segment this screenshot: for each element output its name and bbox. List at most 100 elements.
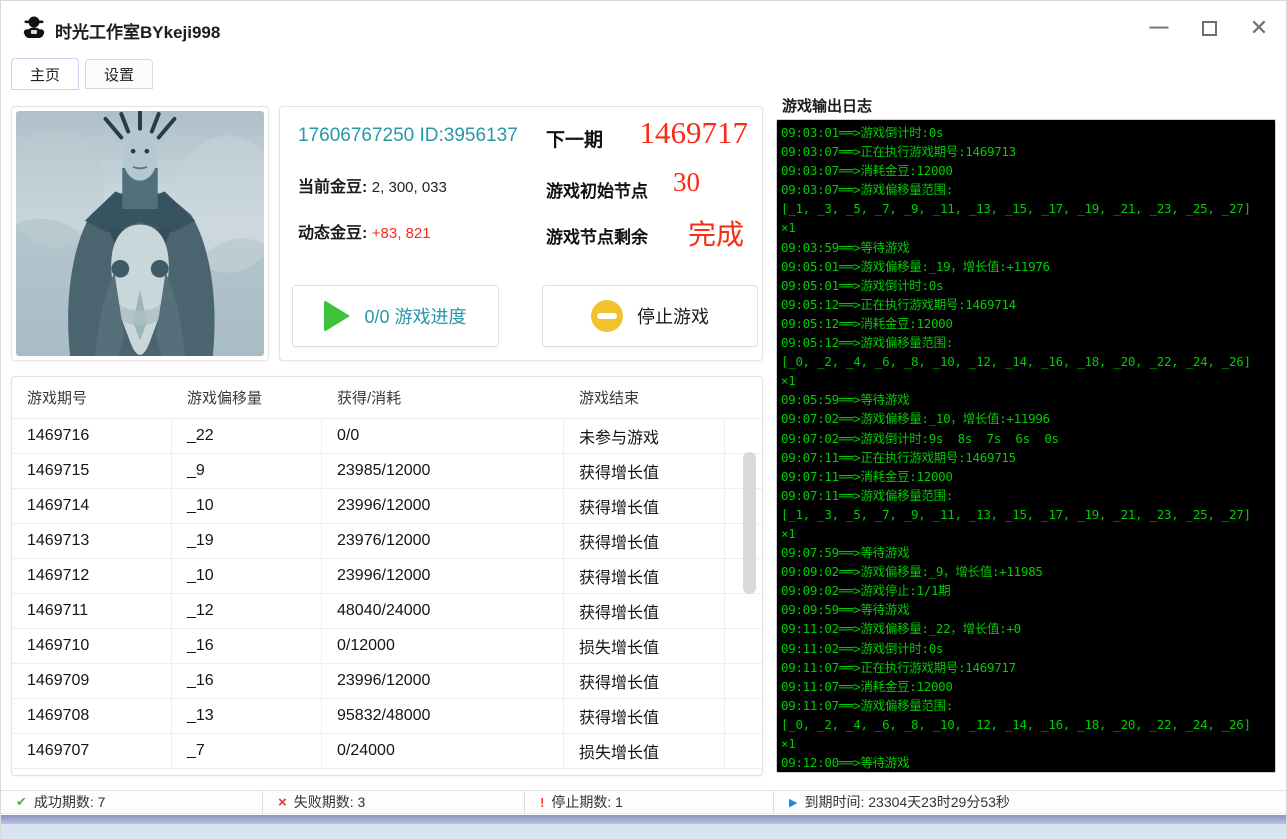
cross-icon: × <box>278 794 287 811</box>
log-line: 09:05:59══>等待游戏 <box>781 390 1271 409</box>
table-cell: 0/24000 <box>322 734 564 768</box>
game-progress-button[interactable]: 0/0 游戏进度 <box>292 285 499 347</box>
log-line: 09:05:01══>游戏偏移量:_19，增长值:+11976 <box>781 257 1271 276</box>
log-line: 09:03:07══>正在执行游戏期号:1469713 <box>781 142 1271 161</box>
log-line: ×1 <box>781 371 1271 390</box>
table-cell: 0/0 <box>322 419 564 453</box>
log-line: ×1 <box>781 734 1271 753</box>
maximize-button[interactable] <box>1196 15 1222 41</box>
table-row[interactable]: 1469712_1023996/12000获得增长值 <box>12 559 762 594</box>
table-cell: _12 <box>172 594 322 628</box>
table-row[interactable]: 1469711_1248040/24000获得增长值 <box>12 594 762 629</box>
table-cell: 1469715 <box>12 454 172 488</box>
check-icon: ✔ <box>16 794 27 810</box>
table-cell: 损失增长值 <box>564 629 725 663</box>
table-cell: 获得增长值 <box>564 489 725 523</box>
table-cell: 获得增长值 <box>564 594 725 628</box>
app-window: 时光工作室BYkeji998 — ✕ 主页 设置 <box>0 0 1287 839</box>
table-cell: _13 <box>172 699 322 733</box>
table-cell: 获得增长值 <box>564 664 725 698</box>
game-history-table: 游戏期号 游戏偏移量 获得/消耗 游戏结束 1469716_220/0未参与游戏… <box>11 376 763 776</box>
col-header-gain-cost: 获得/消耗 <box>322 387 564 408</box>
table-cell: 95832/48000 <box>322 699 564 733</box>
close-button[interactable]: ✕ <box>1246 15 1272 41</box>
table-cell: 1469711 <box>12 594 172 628</box>
status-stop-label: 停止期数: 1 <box>551 792 623 812</box>
log-line: 09:09:59══>等待游戏 <box>781 600 1271 619</box>
log-line: 09:05:12══>消耗金豆:12000 <box>781 314 1271 333</box>
table-cell: _22 <box>172 419 322 453</box>
desktop-strip <box>1 824 1286 839</box>
log-line: [_0, _2, _4, _6, _8, _10, _12, _14, _16,… <box>781 715 1271 734</box>
game-progress-label: 0/0 游戏进度 <box>364 303 466 329</box>
current-beans-label: 当前金豆: <box>298 179 367 196</box>
log-line: 09:05:12══>游戏偏移量范围: <box>781 333 1271 352</box>
log-line: 09:09:02══>游戏偏移量:_9，增长值:+11985 <box>781 562 1271 581</box>
table-cell: _10 <box>172 559 322 593</box>
table-cell: _9 <box>172 454 322 488</box>
table-row[interactable]: 1469716_220/0未参与游戏 <box>12 419 762 454</box>
table-cell: 1469713 <box>12 524 172 558</box>
log-line: [_1, _3, _5, _7, _9, _11, _13, _15, _17,… <box>781 199 1271 218</box>
status-success: ✔ 成功期数: 7 <box>1 791 263 813</box>
log-line: 09:07:11══>消耗金豆:12000 <box>781 467 1271 486</box>
table-row[interactable]: 1469715_923985/12000获得增长值 <box>12 454 762 489</box>
play-icon <box>324 300 350 332</box>
next-round-value: 1469717 <box>640 115 749 151</box>
table-row[interactable]: 1469714_1023996/12000获得增长值 <box>12 489 762 524</box>
table-cell: _16 <box>172 629 322 663</box>
table-row[interactable]: 1469708_1395832/48000获得增长值 <box>12 699 762 734</box>
status-expire: ▶ 到期时间: 23304天23时29分53秒 <box>774 791 1286 813</box>
table-cell: 获得增长值 <box>564 454 725 488</box>
table-cell: 1469707 <box>12 734 172 768</box>
status-success-label: 成功期数: 7 <box>34 792 106 812</box>
table-scrollbar[interactable] <box>743 452 756 594</box>
minimize-button[interactable]: — <box>1146 15 1172 41</box>
log-line: [_1, _3, _5, _7, _9, _11, _13, _15, _17,… <box>781 505 1271 524</box>
table-cell: _7 <box>172 734 322 768</box>
log-line: 09:11:07══>消耗金豆:12000 <box>781 677 1271 696</box>
stop-game-button[interactable]: 停止游戏 <box>542 285 758 347</box>
log-line: 09:07:02══>游戏偏移量:_10，增长值:+11996 <box>781 409 1271 428</box>
table-header-row: 游戏期号 游戏偏移量 获得/消耗 游戏结束 <box>12 377 762 419</box>
node-remain-value: 完成 <box>688 213 744 253</box>
log-line: 09:09:02══>游戏停止:1/1期 <box>781 581 1271 600</box>
table-cell: 损失增长值 <box>564 734 725 768</box>
table-cell: 1469709 <box>12 664 172 698</box>
table-cell: 1469716 <box>12 419 172 453</box>
tab-home[interactable]: 主页 <box>11 58 79 90</box>
status-stop: ! 停止期数: 1 <box>525 791 774 813</box>
log-line: ×1 <box>781 218 1271 237</box>
table-row[interactable]: 1469713_1923976/12000获得增长值 <box>12 524 762 559</box>
account-panel: 17606767250 ID:3956137 当前金豆: 2, 300, 033… <box>279 106 763 361</box>
log-line: [_0, _2, _4, _6, _8, _10, _12, _14, _16,… <box>781 352 1271 371</box>
title-bar: 时光工作室BYkeji998 — ✕ <box>1 1 1286 55</box>
stop-game-label: 停止游戏 <box>637 303 709 329</box>
log-line: 09:11:07══>游戏偏移量范围: <box>781 696 1271 715</box>
table-row[interactable]: 1469709_1623996/12000获得增长值 <box>12 664 762 699</box>
spy-app-icon <box>21 14 47 40</box>
table-cell: 23996/12000 <box>322 664 564 698</box>
dynamic-beans-label: 动态金豆: <box>298 225 367 242</box>
status-expire-label: 到期时间: 23304天23时29分53秒 <box>804 792 1009 812</box>
table-row[interactable]: 1469707_70/24000损失增长值 <box>12 734 762 769</box>
tab-settings[interactable]: 设置 <box>85 59 153 89</box>
log-console[interactable]: 09:03:01══>游戏倒计时:0s09:03:07══>正在执行游戏期号:1… <box>776 119 1276 773</box>
next-round-label: 下一期 <box>546 125 603 152</box>
log-line: 09:05:12══>正在执行游戏期号:1469714 <box>781 295 1271 314</box>
table-cell: 1469710 <box>12 629 172 663</box>
log-line: 09:03:59══>等待游戏 <box>781 238 1271 257</box>
table-cell: 获得增长值 <box>564 559 725 593</box>
col-header-round: 游戏期号 <box>12 387 172 408</box>
table-cell: 1469708 <box>12 699 172 733</box>
table-cell: 0/12000 <box>322 629 564 663</box>
table-row[interactable]: 1469710_160/12000损失增长值 <box>12 629 762 664</box>
current-beans-value: 2, 300, 033 <box>372 179 447 196</box>
app-title: 时光工作室BYkeji998 <box>55 18 220 43</box>
account-id: 17606767250 ID:3956137 <box>298 125 518 147</box>
log-line: 09:07:59══>等待游戏 <box>781 543 1271 562</box>
init-node-label: 游戏初始节点 <box>546 177 648 202</box>
night-king-artwork <box>16 111 264 356</box>
log-line: 09:07:11══>游戏偏移量范围: <box>781 486 1271 505</box>
log-line: 09:11:07══>正在执行游戏期号:1469717 <box>781 658 1271 677</box>
